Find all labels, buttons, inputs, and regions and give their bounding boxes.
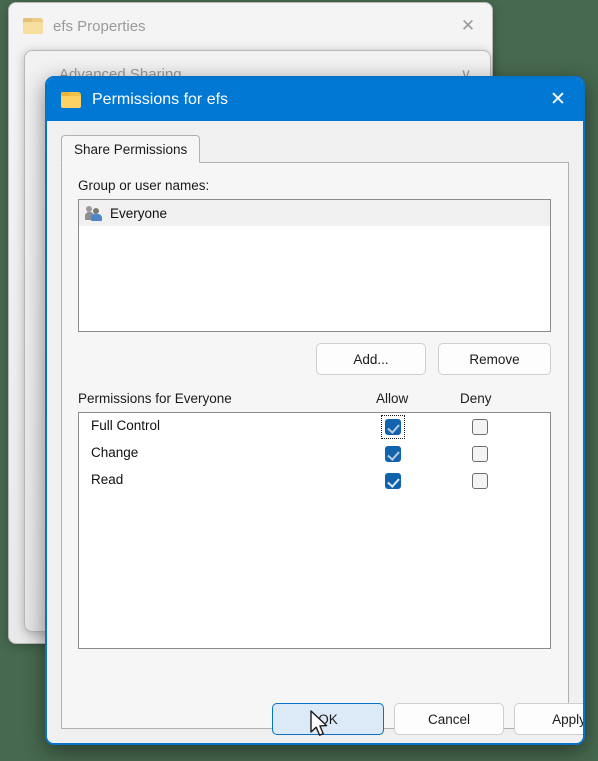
- list-item[interactable]: Everyone: [79, 200, 550, 226]
- checkbox-checked-icon: [385, 473, 401, 489]
- allow-checkbox-read[interactable]: [382, 470, 404, 492]
- desktop-background: efs Properties ✕ Advanced Sharing ∨ Perm…: [0, 0, 598, 761]
- deny-checkbox-change[interactable]: [469, 443, 491, 465]
- checkbox-unchecked-icon: [472, 473, 488, 489]
- tab-strip: Share Permissions: [61, 135, 569, 163]
- permission-label: Change: [91, 445, 139, 460]
- checkbox-checked-icon: [385, 419, 401, 435]
- dialog-body: Share Permissions Group or user names: E…: [47, 121, 583, 743]
- tab-share-permissions[interactable]: Share Permissions: [61, 135, 201, 163]
- permissions-for-everyone-label: Permissions for Everyone: [78, 391, 232, 406]
- deny-checkbox-read[interactable]: [469, 470, 491, 492]
- close-icon[interactable]: ✕: [541, 85, 575, 114]
- permissions-dialog: Permissions for efs ✕ Share Permissions …: [45, 76, 585, 745]
- dialog-title: Permissions for efs: [92, 90, 229, 108]
- column-header-deny: Deny: [460, 391, 492, 406]
- table-row: Full Control: [79, 413, 550, 440]
- tab-page-share-permissions: Group or user names: Everyone Add... Rem…: [61, 162, 569, 729]
- group-user-list[interactable]: Everyone: [78, 199, 551, 332]
- folder-icon: [23, 18, 43, 34]
- deny-checkbox-full-control[interactable]: [469, 416, 491, 438]
- permission-label: Read: [91, 472, 124, 487]
- checkbox-unchecked-icon: [472, 419, 488, 435]
- apply-button[interactable]: Apply: [514, 703, 583, 735]
- list-item-label: Everyone: [110, 205, 168, 221]
- ok-button[interactable]: OK: [272, 703, 384, 735]
- permission-label: Full Control: [91, 418, 161, 433]
- column-header-allow: Allow: [376, 391, 409, 406]
- cancel-button[interactable]: Cancel: [394, 703, 504, 735]
- table-row: Read: [79, 467, 550, 494]
- dialog-titlebar: Permissions for efs ✕: [47, 78, 583, 121]
- efs-properties-title: efs Properties: [53, 17, 146, 35]
- folder-icon: [61, 91, 81, 108]
- checkbox-checked-icon: [385, 446, 401, 462]
- add-button[interactable]: Add...: [316, 343, 426, 375]
- efs-properties-close-icon[interactable]: ✕: [454, 13, 482, 39]
- table-row: Change: [79, 440, 550, 467]
- efs-properties-titlebar: efs Properties ✕: [9, 3, 492, 49]
- allow-checkbox-change[interactable]: [382, 443, 404, 465]
- permissions-grid: Full Control Change Read: [78, 412, 551, 649]
- remove-button[interactable]: Remove: [438, 343, 551, 375]
- users-group-icon: [85, 205, 103, 221]
- allow-checkbox-full-control[interactable]: [381, 415, 405, 439]
- group-or-user-names-label: Group or user names:: [78, 178, 210, 193]
- checkbox-unchecked-icon: [472, 446, 488, 462]
